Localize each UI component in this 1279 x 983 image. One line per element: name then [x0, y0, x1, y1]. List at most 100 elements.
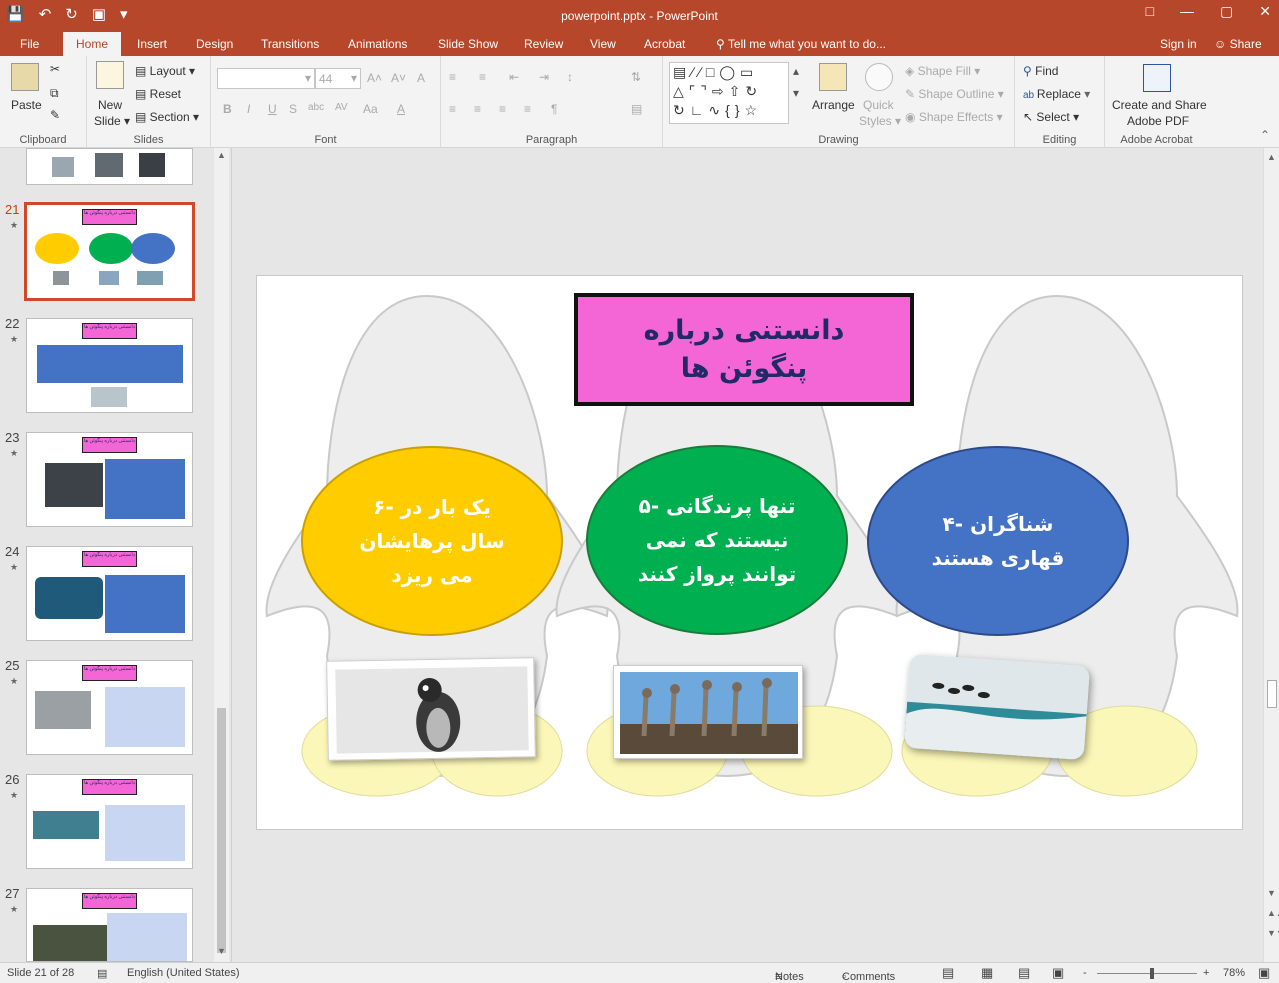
- new-slide-button[interactable]: New: [98, 98, 122, 112]
- slide-sorter-icon[interactable]: ▦: [981, 965, 993, 981]
- sign-in-link[interactable]: Sign in: [1160, 37, 1197, 51]
- layout-button[interactable]: ▤ Layout ▾: [135, 64, 195, 78]
- font-name-field[interactable]: ▾: [217, 68, 315, 89]
- zoom-level[interactable]: 78%: [1223, 967, 1245, 979]
- penguin-photo[interactable]: [326, 657, 536, 761]
- tab-acrobat[interactable]: Acrobat: [644, 37, 685, 51]
- shrink-font-icon[interactable]: A˅: [391, 71, 406, 85]
- thumbnail-slide-21[interactable]: دانستنی درباره پنگوئن ها: [24, 202, 195, 301]
- tell-me-search[interactable]: ⚲ Tell me what you want to do...: [716, 37, 886, 51]
- zoom-slider[interactable]: [1097, 973, 1197, 974]
- reset-button[interactable]: ▤ Reset: [135, 87, 181, 101]
- section-button[interactable]: ▤ Section ▾: [135, 110, 199, 124]
- shadow-button[interactable]: abc: [308, 102, 324, 113]
- language-indicator[interactable]: English (United States): [127, 967, 240, 979]
- thumbnail-slide-24[interactable]: دانستنی درباره پنگوئن ها: [26, 546, 193, 641]
- tab-insert[interactable]: Insert: [137, 37, 167, 51]
- grow-font-icon[interactable]: A˄: [367, 71, 382, 85]
- diving-penguins-photo[interactable]: [903, 653, 1091, 761]
- align-right-icon[interactable]: ≡: [499, 102, 506, 116]
- align-left-icon[interactable]: ≡: [449, 102, 456, 116]
- italic-button[interactable]: I: [247, 102, 250, 116]
- thumbnail-slide-27[interactable]: دانستنی درباره پنگوئن ها: [26, 888, 193, 962]
- scroll-down-icon[interactable]: ▼: [217, 946, 226, 956]
- close-icon[interactable]: ✕: [1259, 3, 1271, 20]
- strikethrough-button[interactable]: S: [289, 102, 297, 116]
- next-slide-icon[interactable]: ▼▼: [1267, 928, 1279, 938]
- find-button[interactable]: ⚲ Find: [1023, 64, 1058, 78]
- line-spacing-icon[interactable]: ↕: [567, 70, 573, 84]
- scrollbar-thumb[interactable]: [217, 708, 226, 953]
- maximize-icon[interactable]: ▢: [1220, 3, 1233, 20]
- quick-styles-icon[interactable]: [865, 63, 893, 91]
- cut-icon[interactable]: ✂: [50, 62, 60, 76]
- text-direction-icon[interactable]: ⇅: [631, 70, 641, 84]
- tab-view[interactable]: View: [590, 37, 616, 51]
- align-center-icon[interactable]: ≡: [474, 102, 481, 116]
- create-share-pdf-button[interactable]: Create and Share: [1112, 98, 1207, 112]
- thumbnail-scrollbar[interactable]: ▲ ▼: [214, 148, 229, 962]
- paste-icon[interactable]: [11, 63, 39, 91]
- tab-animations[interactable]: Animations: [348, 37, 407, 51]
- arrange-icon[interactable]: [819, 63, 847, 91]
- tab-transitions[interactable]: Transitions: [261, 37, 319, 51]
- replace-button[interactable]: ab Replace ▾: [1023, 87, 1090, 101]
- new-slide-dropdown[interactable]: Slide ▾: [94, 114, 130, 128]
- quick-styles-dropdown[interactable]: Styles ▾: [859, 114, 901, 128]
- tab-design[interactable]: Design: [196, 37, 233, 51]
- scrollbar-thumb[interactable]: [1267, 680, 1277, 708]
- ribbon-display-options-icon[interactable]: □: [1146, 3, 1154, 20]
- arrange-button[interactable]: Arrange: [812, 98, 855, 112]
- share-button[interactable]: ☺ Share: [1214, 37, 1262, 51]
- clear-formatting-icon[interactable]: A: [417, 71, 425, 85]
- tab-slide-show[interactable]: Slide Show: [438, 37, 498, 51]
- select-button[interactable]: ↖ Select ▾: [1023, 110, 1079, 124]
- thumbnail-slide-25[interactable]: دانستنی درباره پنگوئن ها: [26, 660, 193, 755]
- tab-home[interactable]: Home: [63, 32, 122, 56]
- quick-styles-button[interactable]: Quick: [863, 98, 894, 112]
- character-spacing-button[interactable]: AV: [335, 102, 348, 113]
- slide-scrollbar[interactable]: ▲ ▼ ▲▲ ▼▼: [1263, 148, 1279, 962]
- shapes-scroll-up-icon[interactable]: ▴: [793, 64, 799, 78]
- fact-ellipse-6[interactable]: ۶- یک بار در سال پرهایشان می ریزد: [301, 446, 563, 636]
- shapes-gallery[interactable]: ▤∕∕□◯▭ △⌜⌝⇨⇧↻ ↻∟∿{}☆: [669, 62, 789, 124]
- bullets-icon[interactable]: ≡: [449, 70, 456, 84]
- previous-slide-icon[interactable]: ▲▲: [1267, 908, 1279, 918]
- tab-review[interactable]: Review: [524, 37, 563, 51]
- shape-effects-button[interactable]: ◉ Shape Effects ▾: [905, 110, 1003, 124]
- thumbnail-slide-20[interactable]: [26, 148, 193, 185]
- slide-canvas[interactable]: دانستنی درباره پنگوئن ها ۶- یک بار در سا…: [256, 275, 1243, 830]
- minimize-icon[interactable]: —: [1180, 3, 1194, 20]
- scroll-up-icon[interactable]: ▲: [217, 150, 226, 160]
- smartart-icon[interactable]: ▤: [631, 102, 642, 116]
- thumbnail-slide-23[interactable]: دانستنی درباره پنگوئن ها: [26, 432, 193, 527]
- collapse-ribbon-icon[interactable]: ⌃: [1260, 128, 1270, 142]
- fact-ellipse-5[interactable]: ۵- تنها پرندگانی نیستند که نمی توانند پر…: [586, 445, 848, 635]
- slide-show-icon[interactable]: ▣: [1052, 965, 1064, 981]
- spell-check-icon[interactable]: ▤: [97, 967, 107, 980]
- decrease-indent-icon[interactable]: ⇤: [509, 70, 519, 84]
- zoom-slider-handle[interactable]: [1150, 968, 1154, 979]
- paste-button[interactable]: Paste: [11, 98, 42, 112]
- slide-title-box[interactable]: دانستنی درباره پنگوئن ها: [574, 293, 914, 406]
- reading-view-icon[interactable]: ▤: [1018, 965, 1030, 981]
- rtl-icon[interactable]: ¶: [551, 102, 557, 116]
- change-case-button[interactable]: Aa: [363, 102, 378, 116]
- shape-fill-button[interactable]: ◈ Shape Fill ▾: [905, 64, 980, 78]
- normal-view-icon[interactable]: ▤: [942, 965, 954, 981]
- font-size-field[interactable]: 44 ▾: [315, 68, 361, 89]
- thumbnail-slide-26[interactable]: دانستنی درباره پنگوئن ها: [26, 774, 193, 869]
- create-pdf-icon[interactable]: [1143, 64, 1171, 92]
- shapes-scroll-down-icon[interactable]: ▾: [793, 86, 799, 100]
- zoom-out-button[interactable]: -: [1083, 967, 1087, 979]
- scroll-down-icon[interactable]: ▼: [1267, 888, 1276, 898]
- new-slide-icon[interactable]: [96, 61, 124, 89]
- zoom-in-button[interactable]: +: [1203, 967, 1209, 979]
- increase-indent-icon[interactable]: ⇥: [539, 70, 549, 84]
- underline-button[interactable]: U: [268, 102, 277, 116]
- tab-file[interactable]: File: [20, 37, 39, 51]
- bold-button[interactable]: B: [223, 102, 232, 116]
- create-share-pdf-button-line2[interactable]: Adobe PDF: [1127, 114, 1189, 128]
- scroll-up-icon[interactable]: ▲: [1267, 152, 1276, 162]
- justify-icon[interactable]: ≡: [524, 102, 531, 116]
